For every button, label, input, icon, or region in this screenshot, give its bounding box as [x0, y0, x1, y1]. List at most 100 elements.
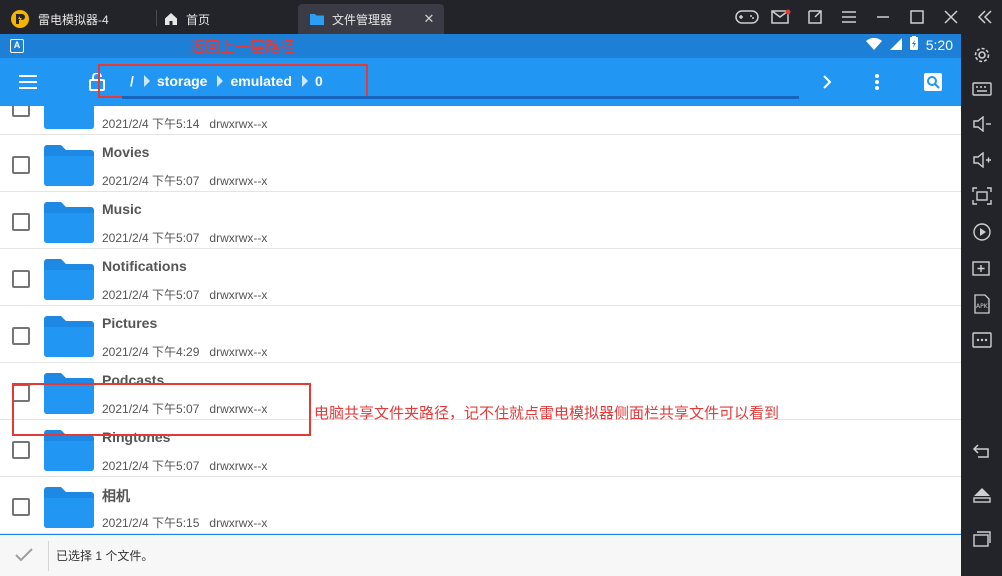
file-meta: 2021/2/4 下午4:29 drwxrwx--x [102, 343, 267, 360]
back-icon[interactable] [969, 438, 995, 464]
file-meta: 2021/2/4 下午5:15 drwxrwx--x [102, 514, 267, 531]
file-permissions: drwxrwx--x [209, 459, 268, 473]
list-item[interactable]: 2021/2/4 下午5:14 drwxrwx--x [0, 106, 961, 135]
share-icon[interactable] [798, 0, 832, 34]
leidian-logo-icon [10, 9, 30, 29]
list-item[interactable]: Music 2021/2/4 下午5:07 drwxrwx--x [0, 192, 961, 249]
file-permissions: drwxrwx--x [209, 288, 268, 302]
folder-icon [44, 316, 94, 357]
clock: 5:20 [925, 36, 953, 53]
folder-tab-icon [310, 13, 324, 25]
file-list: 2021/2/4 下午5:14 drwxrwx--x Movies 2021/2/… [0, 106, 961, 534]
file-meta: 2021/2/4 下午5:07 drwxrwx--x [102, 457, 267, 474]
settings-gear-icon[interactable] [969, 42, 995, 68]
tab-emulator[interactable]: 雷电模拟器-4 [10, 4, 156, 34]
battery-icon [909, 36, 918, 53]
close-tab-icon[interactable]: ✕ [422, 12, 436, 26]
status-right: 5:20 [865, 36, 953, 53]
file-date: 2021/2/4 下午5:07 [102, 459, 200, 473]
list-item[interactable]: Notifications 2021/2/4 下午5:07 drwxrwx--x [0, 249, 961, 306]
window-controls [730, 0, 1002, 34]
svg-text:APK: APK [976, 303, 989, 310]
annotation-back-path: 返回上一层路径 [190, 39, 296, 56]
pictures-highlight-box [12, 383, 311, 436]
more-icon[interactable] [969, 327, 995, 353]
folder-icon [44, 259, 94, 300]
row-checkbox[interactable] [12, 156, 30, 174]
minimize-icon[interactable] [866, 0, 900, 34]
add-multi-instance-icon[interactable] [969, 255, 995, 281]
row-checkbox[interactable] [12, 327, 30, 345]
wifi-icon [865, 37, 882, 53]
collapse-sidebar-icon[interactable] [968, 0, 1002, 34]
list-item[interactable]: Movies 2021/2/4 下午5:07 drwxrwx--x [0, 135, 961, 192]
file-date: 2021/2/4 下午5:07 [102, 288, 200, 302]
apk-install-icon[interactable]: APK [969, 291, 995, 317]
file-date: 2021/2/4 下午5:14 [102, 117, 200, 131]
list-item[interactable]: 相机 2021/2/4 下午5:15 drwxrwx--x [0, 477, 961, 534]
menu-icon[interactable] [832, 0, 866, 34]
chevron-right-icon [301, 75, 308, 87]
keyboard-notification-icon: A [10, 39, 24, 53]
selection-status: 已选择 1 个文件。 [56, 549, 154, 563]
android-screen: A 返回上一层路径 5:20 / storage emulated 0 2021… [0, 34, 961, 576]
file-permissions: drwxrwx--x [209, 174, 268, 188]
row-checkbox[interactable] [12, 441, 30, 459]
volume-down-icon[interactable] [969, 111, 995, 137]
maximize-icon[interactable] [900, 0, 934, 34]
file-date: 2021/2/4 下午5:15 [102, 516, 200, 530]
chevron-right-icon [217, 75, 224, 87]
tab-file-manager[interactable]: 文件管理器 ✕ [298, 4, 444, 34]
breadcrumb-scroll-indicator [122, 96, 799, 99]
file-date: 2021/2/4 下午4:29 [102, 345, 200, 359]
row-checkbox[interactable] [12, 213, 30, 231]
breadcrumb-storage[interactable]: storage [157, 73, 208, 89]
file-permissions: drwxrwx--x [209, 231, 268, 245]
record-icon[interactable] [969, 219, 995, 245]
folder-icon [44, 202, 94, 243]
row-checkbox[interactable] [12, 106, 30, 117]
close-window-icon[interactable] [934, 0, 968, 34]
android-status-bar: A 返回上一层路径 5:20 [0, 34, 961, 58]
forward-chevron-icon[interactable] [812, 58, 842, 106]
keyboard-icon[interactable] [969, 76, 995, 102]
breadcrumb-zero[interactable]: 0 [315, 73, 323, 89]
folder-icon [44, 145, 94, 186]
file-meta: 2021/2/4 下午5:07 drwxrwx--x [102, 286, 267, 303]
file-name: Notifications [102, 258, 187, 274]
file-date: 2021/2/4 下午5:07 [102, 231, 200, 245]
emulator-titlebar: 雷电模拟器-4 首页 文件管理器 ✕ [0, 0, 1002, 34]
file-name: 相机 [102, 488, 130, 504]
emulator-sidebar: APK [961, 34, 1002, 576]
check-icon[interactable] [14, 547, 34, 568]
home-button-icon[interactable] [969, 482, 995, 508]
breadcrumb: / storage emulated 0 [98, 64, 368, 98]
file-permissions: drwxrwx--x [209, 345, 268, 359]
hamburger-menu-icon[interactable] [8, 58, 48, 106]
recent-apps-icon[interactable] [969, 526, 995, 552]
file-name: Movies [102, 144, 150, 160]
file-permissions: drwxrwx--x [209, 516, 268, 530]
screenshot-icon[interactable] [969, 183, 995, 209]
mail-icon[interactable] [764, 0, 798, 34]
volume-up-icon[interactable] [969, 147, 995, 173]
breadcrumb-emulated[interactable]: emulated [230, 73, 291, 89]
search-icon[interactable] [920, 58, 946, 106]
folder-icon [44, 487, 94, 528]
tab-home[interactable]: 首页 [164, 4, 294, 34]
home-icon [164, 12, 178, 26]
tab-emulator-label: 雷电模拟器-4 [38, 12, 109, 27]
breadcrumb-root[interactable]: / [130, 73, 134, 89]
selection-bar: 已选择 1 个文件。 [0, 534, 961, 576]
file-meta: 2021/2/4 下午5:14 drwxrwx--x [102, 115, 267, 132]
more-options-icon[interactable] [862, 58, 892, 106]
list-item[interactable]: Pictures 2021/2/4 下午4:29 drwxrwx--x [0, 306, 961, 363]
row-checkbox[interactable] [12, 270, 30, 288]
file-name: Music [102, 201, 142, 217]
row-checkbox[interactable] [12, 498, 30, 516]
file-meta: 2021/2/4 下午5:07 drwxrwx--x [102, 229, 267, 246]
gamepad-icon[interactable] [730, 0, 764, 34]
folder-icon [44, 106, 94, 129]
file-name: Pictures [102, 315, 158, 331]
file-date: 2021/2/4 下午5:07 [102, 174, 200, 188]
